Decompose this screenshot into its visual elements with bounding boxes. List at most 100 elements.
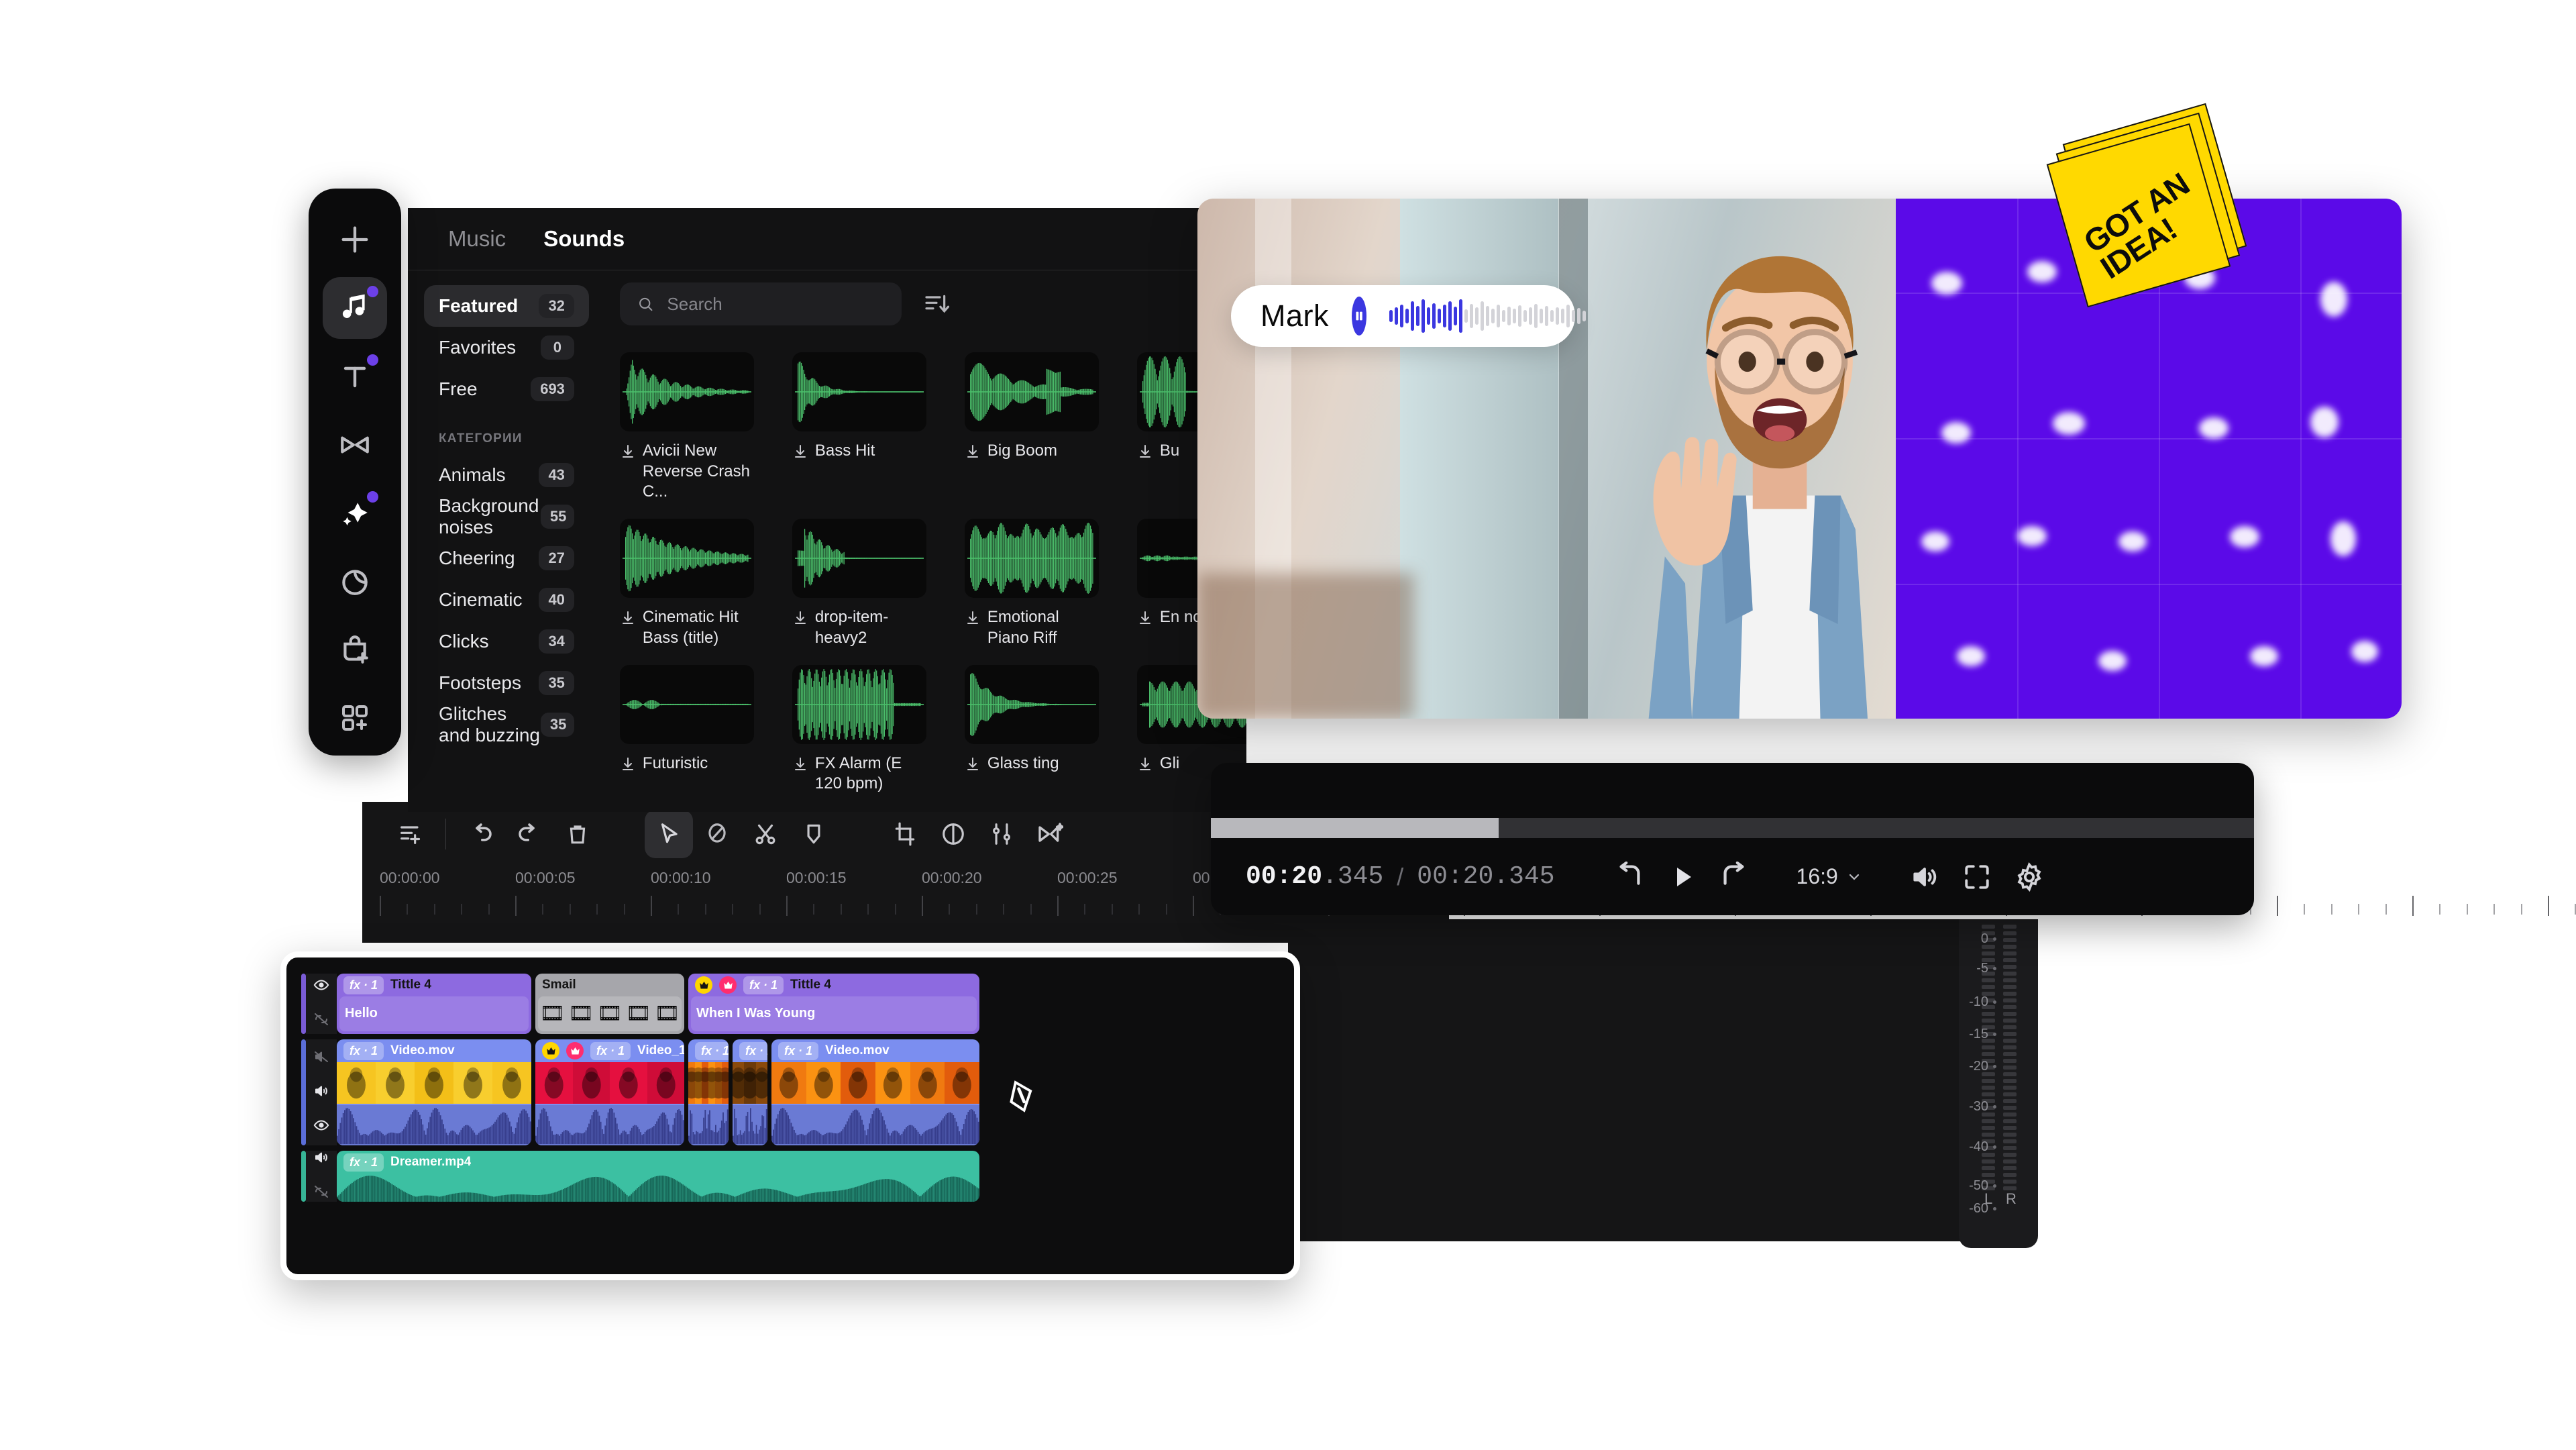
sidebar-item-clicks[interactable]: Clicks 34 [424,621,589,662]
sort-descending-icon[interactable] [919,287,954,321]
aspect-ratio-select[interactable]: 16:9 [1796,864,1862,889]
audio-button[interactable] [323,276,387,339]
fullscreen-button[interactable] [1951,851,2003,903]
playback-scrubber[interactable] [1211,818,2254,838]
sound-waveform-thumbnail[interactable] [964,664,1099,744]
marker-button[interactable] [790,810,838,858]
sound-waveform-thumbnail[interactable] [792,519,926,599]
redo-button[interactable] [505,810,553,858]
timeline-clip[interactable]: Smail 🎞 🎞 🎞 🎞 🎞 [535,974,684,1034]
timeline-clip[interactable]: fx · 1 Dreamer.mp4 [337,1151,979,1202]
waveform-icon [967,523,1096,594]
download-icon[interactable] [965,444,981,460]
select-tool-button[interactable] [645,810,693,858]
add-track-button[interactable] [386,810,435,858]
sidebar-item-background-noises[interactable]: Background noises 55 [424,495,589,537]
undo-button[interactable] [457,810,505,858]
tab-sounds[interactable]: Sounds [543,226,625,252]
mute-toggle[interactable] [313,1049,329,1068]
link-toggle[interactable] [313,1184,329,1203]
text-button[interactable] [323,346,387,407]
sound-waveform-thumbnail[interactable] [619,664,754,744]
download-icon[interactable] [620,756,636,772]
sound-waveform-thumbnail[interactable] [619,352,754,431]
download-icon[interactable] [965,756,981,772]
sidebar-item-featured[interactable]: Featured 32 [424,285,589,327]
color-button[interactable] [929,810,977,858]
download-icon[interactable] [620,610,636,626]
sidebar-item-footsteps[interactable]: Footsteps 35 [424,662,589,704]
visibility-toggle[interactable] [313,1117,329,1137]
timeline-clip[interactable]: fx · 1 Video.mov [337,1039,531,1145]
clip-audio-waveform [733,1105,767,1145]
sound-card[interactable]: Futuristic [619,664,771,794]
timeline-clip[interactable]: fx · 1 Video_15666.mov [535,1039,684,1145]
timeline-clip[interactable]: fx · 1Vid [688,1039,729,1145]
crop-button[interactable] [881,810,929,858]
meter-scale-tick [1993,1207,1996,1210]
tab-music[interactable]: Music [448,226,506,252]
download-icon[interactable] [792,444,808,460]
download-icon[interactable] [1137,756,1153,772]
badge-dot [367,354,378,366]
voice-pause-button[interactable] [1352,297,1366,335]
sound-waveform-thumbnail[interactable] [964,352,1099,431]
download-icon[interactable] [1137,444,1153,460]
timeline-clip[interactable]: fx · 1 Video.mov [771,1039,979,1145]
volume-button[interactable] [1898,851,1951,903]
edit-cursor-icon [1010,1080,1032,1112]
sound-card[interactable]: Avicii New Reverse Crash C... [619,352,771,503]
download-icon[interactable] [792,610,808,626]
sound-card[interactable]: Cinematic Hit Bass (title) [619,519,771,648]
search-box[interactable] [619,282,902,325]
sound-card[interactable]: Glass ting [964,664,1116,794]
delete-button[interactable] [553,810,602,858]
sidebar-item-favorites[interactable]: Favorites 0 [424,327,589,368]
sound-waveform-thumbnail[interactable] [792,352,926,431]
visibility-toggle[interactable] [313,977,329,996]
volume-toggle[interactable] [313,1083,329,1102]
skip-back-button[interactable] [1603,851,1656,903]
sidebar-item-animals[interactable]: Animals 43 [424,454,589,496]
voice-over-widget[interactable]: Mark [1231,285,1586,347]
sound-card-title: drop-item-heavy2 [814,608,889,647]
add-media-button[interactable] [323,209,387,270]
sound-card[interactable]: Bass Hit [792,352,943,503]
timeline-clip[interactable]: fx · 1 Tittle 4 Hello [337,974,531,1034]
effects-button[interactable] [323,482,387,544]
download-icon[interactable] [1137,610,1153,626]
play-button[interactable] [1656,851,1708,903]
timeline-clip[interactable]: fx · 1 Tittle 4 When I Was Young [688,974,979,1034]
sound-card[interactable]: Emotional Piano Riff [964,519,1116,648]
sound-card-title: Emotional Piano Riff [987,608,1059,647]
volume-toggle[interactable] [313,1149,329,1169]
sidebar-item-glitches-and-buzzing[interactable]: Glitches and buzzing 35 [424,703,589,745]
split-button[interactable] [741,810,790,858]
timeline-clip[interactable]: fx · 1 [733,1039,767,1145]
search-input[interactable] [665,293,884,315]
link-toggle[interactable] [313,1011,329,1031]
slip-tool-button[interactable] [693,810,741,858]
filters-button[interactable] [323,550,387,612]
download-icon[interactable] [620,444,636,460]
sound-card[interactable]: FX Alarm (E 120 bpm) [792,664,943,794]
transitions-button[interactable] [323,414,387,476]
ruler-tick [2466,904,2468,915]
sound-card[interactable]: drop-item-heavy2 [792,519,943,648]
download-icon[interactable] [965,610,981,626]
category-label: Clicks [439,631,489,652]
sidebar-item-cheering[interactable]: Cheering 27 [424,537,589,579]
adjust-button[interactable] [977,810,1026,858]
sound-card[interactable]: Big Boom [964,352,1116,503]
download-icon[interactable] [792,756,808,772]
more-button[interactable] [323,687,387,749]
sidebar-item-free[interactable]: Free 693 [424,368,589,410]
settings-button[interactable] [2003,851,2055,903]
sound-waveform-thumbnail[interactable] [792,664,926,744]
sidebar-item-cinematic[interactable]: Cinematic 40 [424,579,589,621]
stickers-button[interactable] [323,619,387,680]
sound-waveform-thumbnail[interactable] [964,519,1099,599]
skip-forward-button[interactable] [1708,851,1760,903]
transition-button[interactable] [1026,810,1074,858]
sound-waveform-thumbnail[interactable] [619,519,754,599]
